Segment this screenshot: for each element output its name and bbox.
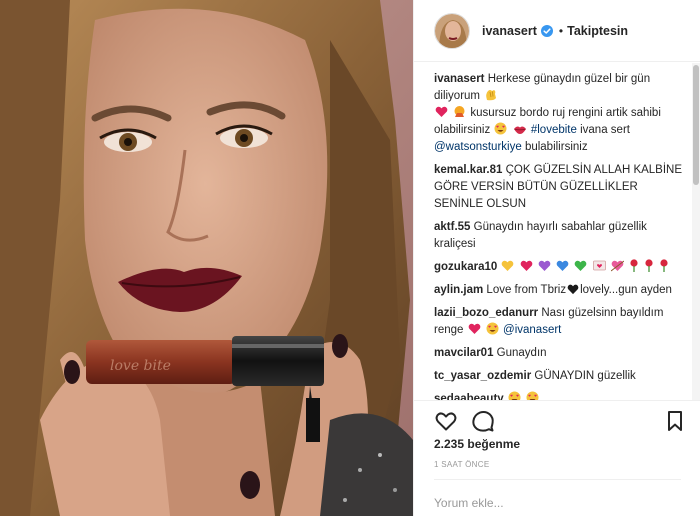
woman-emoji-icon xyxy=(454,106,465,117)
comment-username[interactable]: tc_yasar_ozdemir xyxy=(434,370,531,382)
purple-heart-emoji-icon xyxy=(538,260,551,271)
wave-hand-emoji-icon xyxy=(486,90,497,101)
kiss-lips-emoji-icon xyxy=(513,126,526,134)
comments-list[interactable]: ivanasert Herkese günaydın güzel bir gün… xyxy=(414,63,700,400)
heart-eyes-emoji-icon xyxy=(494,122,507,135)
rose-emoji-icon xyxy=(645,259,653,272)
red-heart-emoji-icon xyxy=(468,323,480,334)
comment-text: Gunaydın xyxy=(496,347,547,359)
post-actions: 2.235 beğenme 1 SAAT ÖNCE xyxy=(414,400,700,518)
comment-username[interactable]: aylin.jam xyxy=(434,284,483,296)
post-header: ivanasert • Takiptesin xyxy=(414,0,700,62)
comment-username[interactable]: kemal.kar.81 xyxy=(434,164,502,176)
header-username[interactable]: ivanasert xyxy=(482,24,537,38)
caption-text-4: bulabilirsiniz xyxy=(524,141,588,153)
comment-item: sedaabeauty xyxy=(434,391,684,400)
love-letter-emoji-icon xyxy=(592,260,606,271)
avatar[interactable] xyxy=(434,12,470,49)
comment-item: aktf.55 Günaydın hayırlı sabahlar güzell… xyxy=(434,219,684,253)
post-photo-illustration: love bite xyxy=(0,0,413,516)
comment-item: kemal.kar.81 ÇOK GÜZELSİN ALLAH KALBİNE … xyxy=(434,162,684,213)
comment-username[interactable]: mavcilar01 xyxy=(434,347,493,359)
heart-icon[interactable] xyxy=(434,409,458,433)
red-heart-emoji-icon xyxy=(520,260,533,271)
heart-eyes-emoji-icon xyxy=(486,322,499,335)
avatar-image xyxy=(435,13,469,48)
follow-status-button[interactable]: Takiptesin xyxy=(567,24,628,38)
heart-arrow-emoji-icon xyxy=(610,260,624,272)
black-heart-emoji-icon xyxy=(567,284,579,295)
comment-text: GÜNAYDIN güzellik xyxy=(534,370,636,382)
add-comment-section xyxy=(434,479,681,519)
post-photo[interactable]: love bite xyxy=(0,0,413,516)
comment-item: aylin.jam Love from Tbriz lovely...gun ay… xyxy=(434,282,684,299)
green-heart-emoji-icon xyxy=(574,260,587,271)
comment-text: Love from Tbriz xyxy=(486,284,567,296)
comment-username[interactable]: sedaabeauty xyxy=(434,393,504,400)
rose-emoji-icon xyxy=(630,259,638,272)
comment-item: mavcilar01 Gunaydın xyxy=(434,345,684,362)
comment-username[interactable]: lazii_bozo_edanurr xyxy=(434,307,538,319)
caption: ivanasert Herkese günaydın güzel bir gün… xyxy=(434,71,684,156)
instagram-post: love bite ivanasert • Takiptesin ivanase… xyxy=(0,0,700,516)
red-heart-emoji-icon xyxy=(435,106,448,117)
comment-text: lovely...gun ayden xyxy=(580,284,672,296)
comment-icon[interactable] xyxy=(471,409,495,433)
comment-username[interactable]: aktf.55 xyxy=(434,221,470,233)
comment-item: lazii_bozo_edanurr Nası güzelsinn bayıld… xyxy=(434,305,684,339)
heart-eyes-emoji-icon xyxy=(526,391,539,400)
likes-count[interactable]: 2.235 beğenme xyxy=(434,437,520,451)
caption-username[interactable]: ivanasert xyxy=(434,73,485,85)
comment-input[interactable] xyxy=(434,495,674,510)
svg-text:love bite: love bite xyxy=(110,358,171,374)
bookmark-icon[interactable] xyxy=(663,409,687,433)
rose-emoji-icon xyxy=(660,259,668,272)
comment-username[interactable]: gozukara10 xyxy=(434,261,497,273)
verified-badge-icon xyxy=(540,24,553,37)
yellow-heart-emoji-icon xyxy=(502,260,514,271)
mention-link[interactable]: @watsonsturkiye xyxy=(434,141,522,153)
comments-scrollbar[interactable] xyxy=(692,63,700,400)
blue-heart-emoji-icon xyxy=(556,260,569,271)
header-separator-dot: • xyxy=(558,23,564,38)
hashtag-link[interactable]: #lovebite xyxy=(531,124,577,136)
post-sidebar: ivanasert • Takiptesin ivanasert Herkese… xyxy=(413,0,700,516)
comment-item: tc_yasar_ozdemir GÜNAYDIN güzellik xyxy=(434,368,684,385)
caption-text-3: ivana sert xyxy=(580,124,630,136)
heart-eyes-emoji-icon xyxy=(508,391,521,400)
comment-item: gozukara10 xyxy=(434,259,684,276)
mention-link[interactable]: @ivanasert xyxy=(503,324,561,336)
post-timestamp[interactable]: 1 SAAT ÖNCE xyxy=(434,460,489,469)
scrollbar-thumb[interactable] xyxy=(693,65,699,185)
action-icons xyxy=(434,409,495,433)
